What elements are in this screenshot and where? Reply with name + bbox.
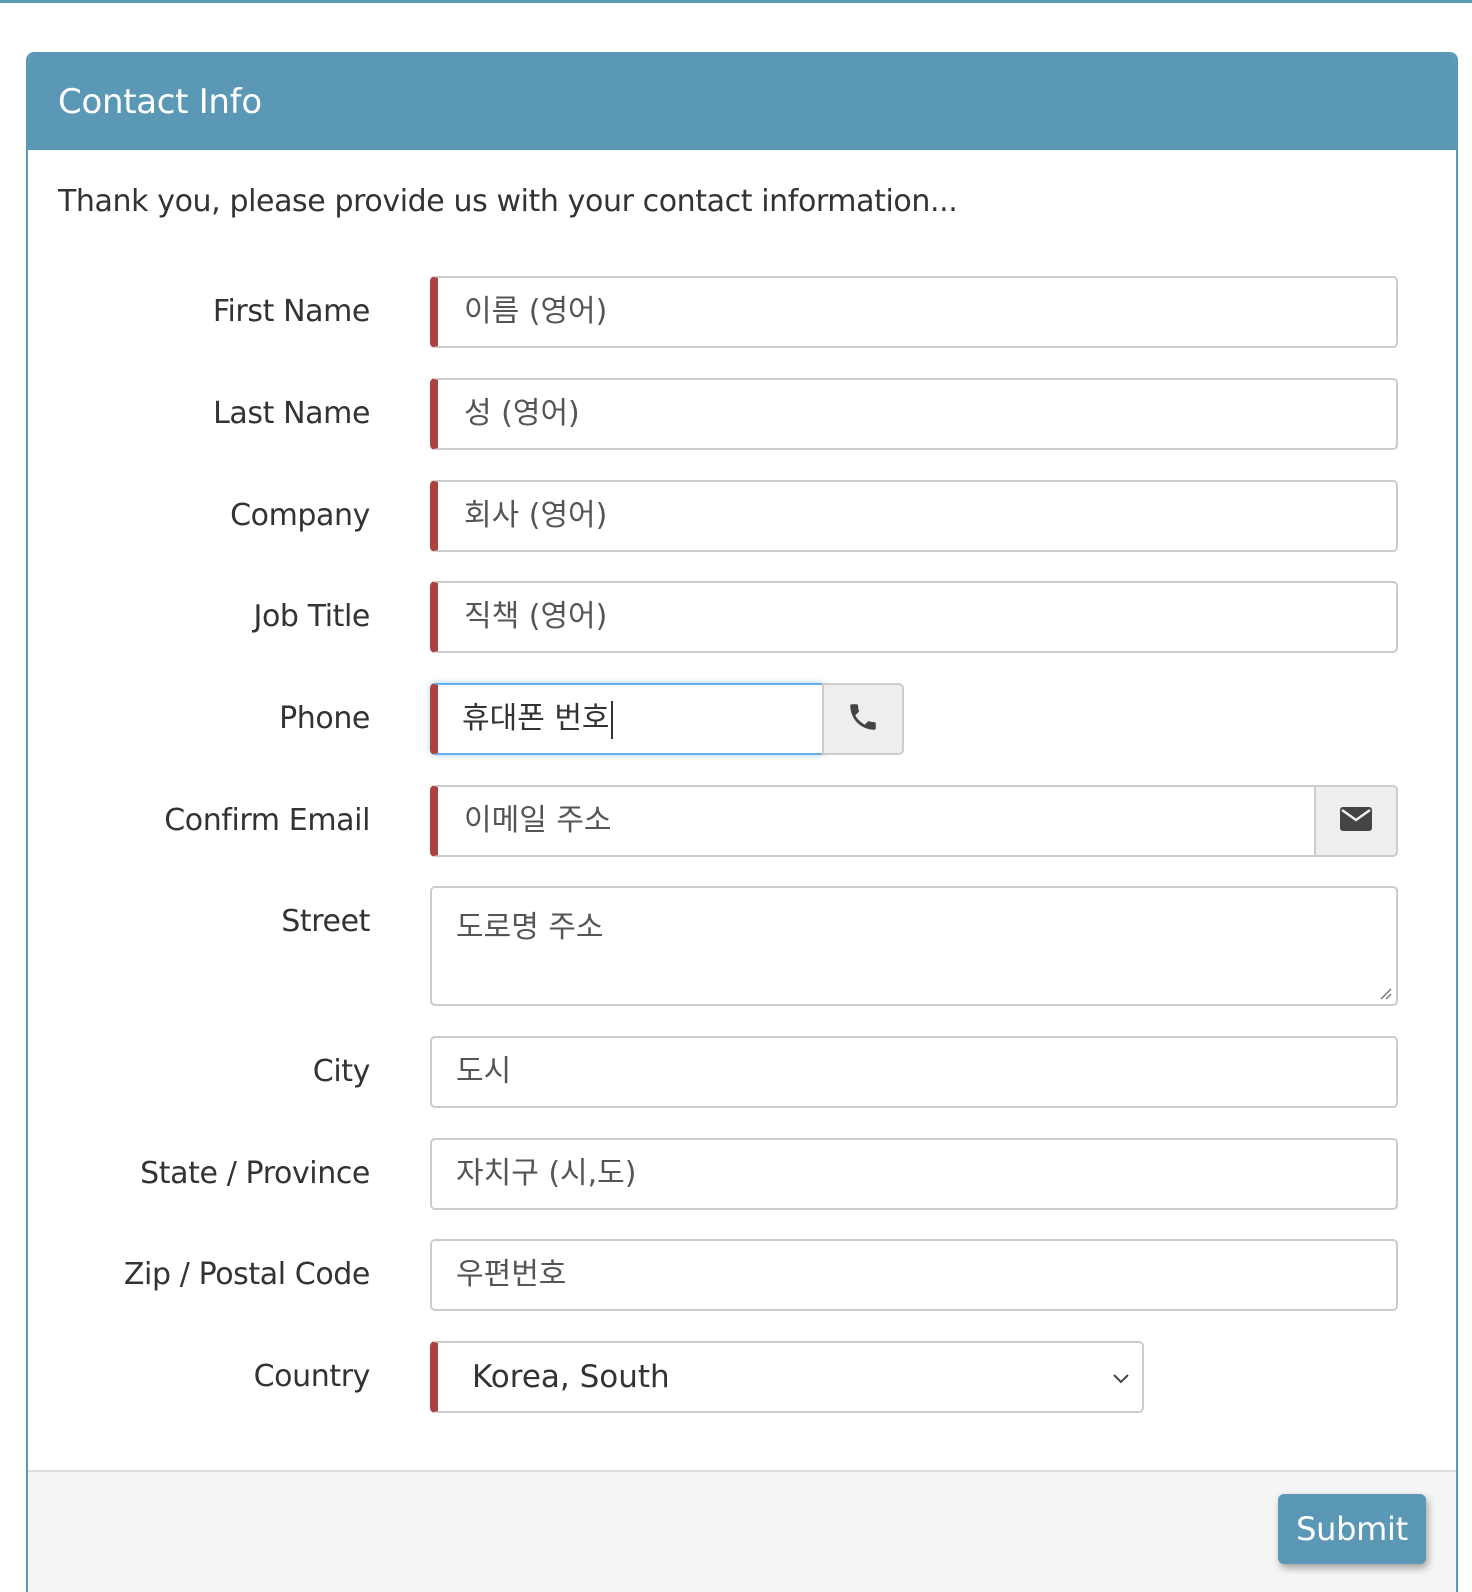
city-input[interactable]: 도시 — [430, 1036, 1398, 1108]
email-addon — [1314, 785, 1398, 857]
submit-button[interactable]: Submit — [1278, 1494, 1426, 1564]
last-name-input[interactable]: 성 (영어) — [430, 378, 1398, 450]
panel-title: Contact Info — [58, 82, 262, 122]
top-border-line — [0, 0, 1472, 3]
first-name-row: First Name 이름 (영어) — [28, 276, 1456, 348]
job-title-label: Job Title — [253, 599, 371, 634]
envelope-icon — [1339, 806, 1373, 836]
country-select[interactable]: Korea, South — [430, 1341, 1144, 1413]
state-input[interactable]: 자치구 (시,도) — [430, 1138, 1398, 1210]
country-row: Country Korea, South — [28, 1341, 1456, 1413]
phone-label: Phone — [279, 701, 370, 736]
street-textarea[interactable]: 도로명 주소 — [430, 886, 1398, 1006]
contact-info-panel: Contact Info Thank you, please provide u… — [26, 52, 1458, 1592]
company-label: Company — [230, 498, 370, 533]
city-label: City — [312, 1054, 371, 1089]
city-row: City 도시 — [28, 1036, 1456, 1108]
resize-grip-icon[interactable] — [1378, 986, 1392, 1000]
zip-input[interactable]: 우편번호 — [430, 1239, 1398, 1311]
phone-input-value: 휴대폰 번호 — [462, 701, 610, 736]
first-name-label: First Name — [212, 294, 371, 329]
country-selected-value: Korea, South — [472, 1359, 670, 1395]
zip-row: Zip / Postal Code 우편번호 — [28, 1239, 1456, 1311]
street-placeholder: 도로명 주소 — [456, 910, 604, 945]
last-name-label: Last Name — [213, 396, 370, 431]
text-caret — [610, 700, 613, 739]
job-title-row: Job Title 직책 (영어) — [28, 581, 1456, 653]
company-input[interactable]: 회사 (영어) — [430, 480, 1398, 552]
company-row: Company 회사 (영어) — [28, 480, 1456, 552]
state-row: State / Province 자치구 (시,도) — [28, 1138, 1456, 1210]
state-label: State / Province — [140, 1156, 370, 1191]
panel-header: Contact Info — [28, 54, 1456, 150]
job-title-input[interactable]: 직책 (영어) — [430, 581, 1398, 653]
first-name-input[interactable]: 이름 (영어) — [430, 276, 1398, 348]
last-name-row: Last Name 성 (영어) — [28, 378, 1456, 450]
email-label: Confirm Email — [164, 803, 370, 838]
phone-icon — [846, 700, 880, 738]
street-row: Street 도로명 주소 — [28, 886, 1456, 1006]
street-label: Street — [281, 904, 370, 939]
email-row: Confirm Email 이메일 주소 — [28, 785, 1456, 857]
phone-input[interactable]: 휴대폰 번호 — [430, 683, 824, 755]
intro-text: Thank you, please provide us with your c… — [58, 184, 958, 219]
phone-row: Phone 휴대폰 번호 — [28, 683, 1456, 755]
country-label: Country — [253, 1359, 371, 1394]
email-input[interactable]: 이메일 주소 — [430, 785, 1316, 857]
phone-addon — [822, 683, 904, 755]
chevron-down-icon — [1113, 1374, 1129, 1384]
zip-label: Zip / Postal Code — [123, 1257, 371, 1292]
